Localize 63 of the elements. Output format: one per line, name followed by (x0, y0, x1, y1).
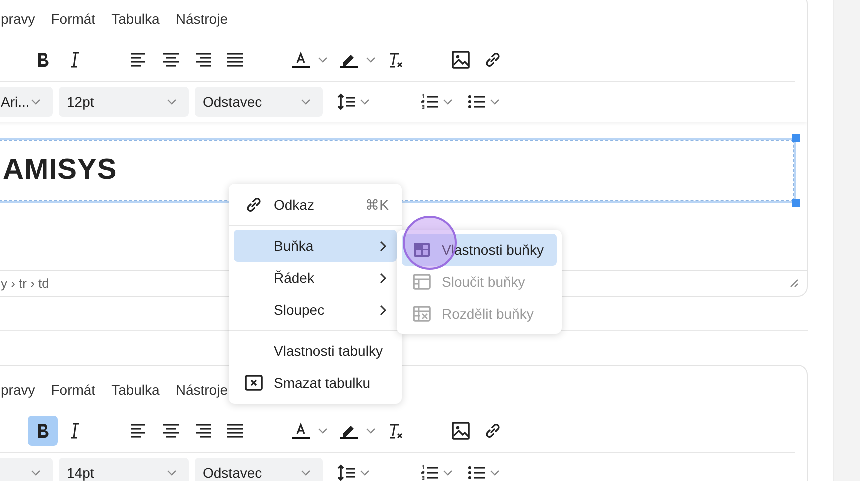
chevron-right-icon (380, 272, 387, 284)
align-right-icon (193, 421, 213, 441)
image-icon (451, 421, 471, 441)
bold-button[interactable] (28, 416, 58, 446)
justify-icon (225, 421, 245, 441)
element-path: y › tr › td (1, 276, 50, 291)
line-height-icon (337, 463, 357, 481)
text-color-icon (291, 50, 311, 70)
caret-icon (443, 99, 453, 105)
menu-item[interactable]: Vlastnosti buňky (402, 234, 557, 266)
link-icon (483, 421, 503, 441)
menu-item[interactable]: Formát (45, 380, 102, 400)
caret-icon (366, 428, 376, 434)
resize-grip-icon[interactable] (790, 279, 799, 288)
chevron-right-icon (380, 240, 387, 252)
chevron-right-icon (380, 304, 387, 316)
caret-icon (490, 470, 500, 476)
numbered-list-icon (420, 463, 440, 481)
caret-icon (301, 99, 311, 105)
align-center-icon (161, 421, 181, 441)
caret-icon (31, 99, 41, 105)
menu-item[interactable]: pravy (1, 380, 42, 400)
numbered-list-icon (420, 92, 440, 112)
caret-icon (31, 470, 41, 476)
caret-icon (167, 470, 177, 476)
menu-item[interactable]: Řádek (234, 262, 397, 294)
caret-icon (167, 99, 177, 105)
menu-item[interactable]: Nástroje (170, 9, 234, 29)
link-icon (483, 50, 503, 70)
caret-icon (360, 99, 370, 105)
size-select[interactable]: 12pt (59, 87, 189, 117)
resize-handle[interactable] (792, 134, 800, 142)
menu-item[interactable]: Sloupec (234, 294, 397, 326)
menu-item[interactable]: Buňka (234, 230, 397, 262)
menu-item[interactable]: Tabulka (106, 9, 166, 29)
menu-item[interactable]: Vlastnosti tabulky (234, 335, 397, 367)
caret-icon (360, 470, 370, 476)
image-icon (451, 50, 471, 70)
close-box-icon (245, 375, 263, 391)
caret-icon (318, 57, 328, 63)
caret-icon (443, 470, 453, 476)
menu-item[interactable]: Smazat tabulku (234, 367, 397, 399)
caret-icon (318, 428, 328, 434)
block-select[interactable]: Odstavec (195, 458, 323, 481)
menu-item[interactable]: pravy (1, 9, 42, 29)
split-cells-icon (413, 306, 431, 322)
align-right-icon (193, 50, 213, 70)
text-color-icon (291, 421, 311, 441)
resize-handle[interactable] (792, 199, 800, 207)
link-icon (244, 195, 264, 215)
menu-item[interactable]: Tabulka (106, 380, 166, 400)
caret-icon (301, 470, 311, 476)
size-select[interactable]: 14pt (59, 458, 189, 481)
font-select[interactable]: Ari... (0, 87, 53, 117)
align-center-icon (161, 50, 181, 70)
caret-icon (366, 57, 376, 63)
block-select[interactable]: Odstavec (195, 87, 323, 117)
menu-item[interactable]: Formát (45, 9, 102, 29)
justify-icon (225, 50, 245, 70)
table-cell-icon (413, 242, 431, 258)
table-icon (413, 274, 431, 290)
caret-icon (490, 99, 500, 105)
line-height-icon (337, 92, 357, 112)
